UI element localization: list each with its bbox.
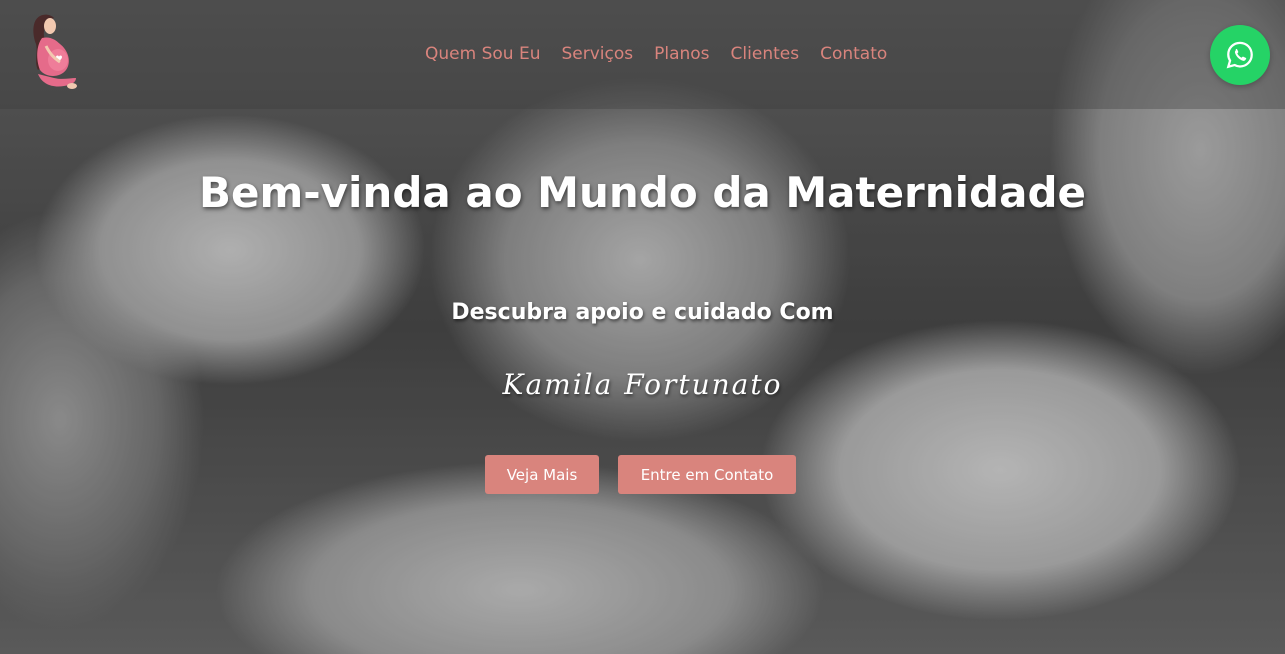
- veja-mais-button[interactable]: Veja Mais: [485, 455, 599, 494]
- pregnant-woman-logo-icon[interactable]: [26, 12, 80, 96]
- hero-title: Bem-vinda ao Mundo da Maternidade: [0, 164, 1285, 222]
- hero-signature: Kamila Fortunato: [502, 368, 783, 401]
- nav-item-quem-sou-eu[interactable]: Quem Sou Eu: [425, 44, 540, 64]
- nav-item-contato[interactable]: Contato: [820, 44, 887, 64]
- main-nav: Quem Sou Eu Serviços Planos Clientes Con…: [425, 44, 908, 64]
- hero-title-text: Bem-vinda ao Mundo da Maternidade: [198, 168, 1087, 217]
- hero-subtitle: Descubra apoio e cuidado Com: [451, 300, 834, 325]
- nav-item-servicos[interactable]: Serviços: [561, 44, 633, 64]
- whatsapp-button[interactable]: [1210, 25, 1270, 85]
- nav-item-clientes[interactable]: Clientes: [731, 44, 800, 64]
- navbar: Quem Sou Eu Serviços Planos Clientes Con…: [0, 0, 1285, 109]
- nav-item-planos[interactable]: Planos: [654, 44, 709, 64]
- entre-em-contato-button[interactable]: Entre em Contato: [618, 455, 796, 494]
- whatsapp-icon: [1226, 41, 1253, 69]
